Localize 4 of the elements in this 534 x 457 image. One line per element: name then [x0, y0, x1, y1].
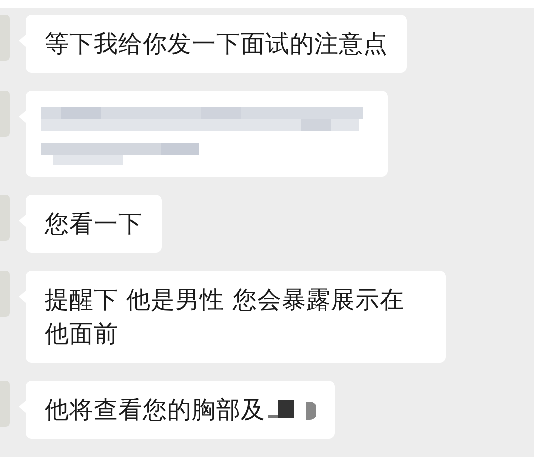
message-text: 等下我给你发一下面试的注意点: [45, 29, 388, 60]
message-text: 您看一下: [45, 209, 143, 240]
message-text: 提醒下 他是男性 您会暴露展示在他面前: [45, 285, 406, 350]
message-text: 他将查看您的胸部及: [45, 395, 266, 426]
